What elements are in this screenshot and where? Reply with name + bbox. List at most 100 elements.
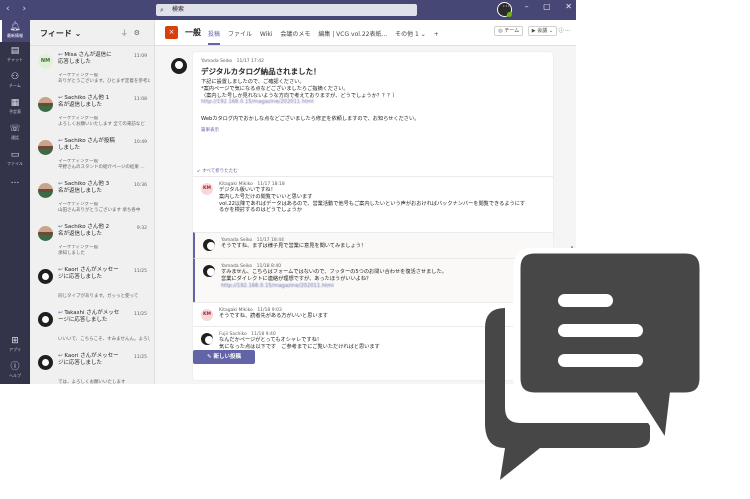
- calendar-icon: ▦: [10, 98, 20, 108]
- post-link[interactable]: http://192.168.0.15/magazine/202011.html: [201, 99, 419, 106]
- reply-line: るかを検討するのはどうでしょうか: [219, 207, 303, 214]
- tab-edit-doc[interactable]: 編集 | VCG vol.22表紙...: [318, 31, 387, 38]
- search-icon: ⌕: [160, 6, 164, 14]
- meet-button[interactable]: ▶ 会議 ⌄: [527, 26, 558, 36]
- feed-item-preview: 同じタイプがあります。ガッっと使って: [58, 293, 139, 299]
- feed-item[interactable]: ↩ Sachiko さん他 3 名が返信しました マーケティングー般 山田さんありがと…: [30, 175, 155, 217]
- rail-item-activity[interactable]: 🔔︎ 最新情報: [0, 20, 30, 42]
- reply-line: そうですね、読者先がある方がいいと思います: [219, 313, 328, 319]
- feed-item-time: 9:32: [136, 226, 147, 231]
- reply-line: 営業にダイレクトに連絡が理想ですが、あったほうがいいよね？: [221, 275, 372, 282]
- feed-item[interactable]: ↩ Kaori さんがメッセー ジに応答しました 同じタイプがあります。ガッっと使っ…: [30, 261, 155, 303]
- feed-item-time: 11/25: [134, 269, 147, 274]
- window-controls[interactable]: ··· – ▢ ✕: [502, 2, 572, 11]
- feed-item-title: Takashi さんがメッセ: [64, 310, 120, 316]
- post-title: デジタルカタログ納品されました！: [201, 67, 321, 76]
- feed-item-preview: いいいで、こちらこそ、すみませんん。よろしく: [58, 336, 150, 342]
- reply-line: そうですね、まずは様子見で営業に意見を聞いてみましょう！: [221, 243, 367, 249]
- team-icon: ×: [165, 26, 178, 39]
- help-icon: ⓘ: [10, 362, 20, 372]
- feed-item-time: 11/25: [134, 312, 147, 317]
- show-more-link[interactable]: 篇果表示: [201, 127, 419, 133]
- tab-meeting-notes[interactable]: 会議のメモ: [280, 31, 310, 38]
- feed-item-title: しました: [58, 145, 81, 151]
- feed-item[interactable]: ↩ Kaori さんがメッセー ジに応答しました では、よろしくお願いいたします 11…: [30, 347, 155, 384]
- feed-item[interactable]: ↩ Takashi さんがメッセ ージに応答しました いいいで、こちらこそ、すみませ…: [30, 304, 155, 346]
- chat-icon: ▤: [10, 46, 20, 56]
- feed-item-title: ージに応答しました: [58, 317, 108, 323]
- feed-item-title: Sachiko さん他 2: [64, 224, 110, 230]
- reply: KM Kitagaki Mikiko 11/17 18:18 デジタル版いいです…: [193, 176, 553, 232]
- tab-wiki[interactable]: Wiki: [260, 31, 273, 38]
- feed-item-time: 10:36: [134, 183, 147, 188]
- feed-item-preview: 承知しました: [58, 250, 85, 256]
- channel-header: × 一般 投稿 ファイル Wiki 会議のメモ 編集 | VCG vol.22表…: [155, 20, 576, 46]
- feed-title[interactable]: フィード ⌄: [40, 28, 81, 39]
- reply-avatar: [203, 239, 215, 251]
- rail-item-files[interactable]: ▭ ファイル: [0, 150, 30, 166]
- tab-posts[interactable]: 投稿: [208, 31, 221, 45]
- apps-icon: ⊞: [11, 336, 19, 346]
- feed-item-time: 11:09: [134, 54, 147, 59]
- phone-icon: ☏: [9, 124, 21, 134]
- feed-item-title: Kaori さんがメッセー: [64, 353, 119, 359]
- post-line: （案内した号しか見れないような方向で考えておりますが、どうでしょうか？？？）: [201, 92, 398, 99]
- more-options-icon[interactable]: ···: [565, 28, 570, 34]
- reply-avatar: [203, 265, 215, 277]
- header-actions: ◎ チーム ▶ 会議 ⌄ ⓘ ···: [491, 26, 570, 36]
- tab-files[interactable]: ファイル: [228, 31, 252, 38]
- title-bar: ‹ › ⌕ 検索 ··· – ▢ ✕: [0, 0, 576, 20]
- feed-item-preview: ありがとうございます。ひとまず定着を参考に: [58, 78, 150, 84]
- feed-item-title: Sachiko さん他 1: [64, 95, 110, 101]
- reply-line: すみません、こちらはフォームではないので、フッターの5つのお問い合わせを復活させ…: [221, 269, 447, 275]
- feed-item-channel: マーケティングー般: [58, 245, 99, 250]
- new-post-button[interactable]: ✎ 新しい投稿: [193, 350, 255, 364]
- back-forward-icon[interactable]: ‹ ›: [6, 4, 31, 14]
- post-author-avatar: [171, 58, 187, 74]
- post-meta: Yamada Seiko 11/17 17:42: [201, 59, 265, 64]
- feed-item[interactable]: ↩ Sachiko さんが投稿 しました マーケティングー般 平野さんのスタンドの紹介…: [30, 132, 155, 174]
- rail-item-teams[interactable]: ⚇ チーム: [0, 72, 30, 88]
- feed-item-title: 名が返信しました: [58, 102, 103, 108]
- filter-settings-icons[interactable]: ⏚⚙: [121, 28, 146, 38]
- bell-icon: 🔔︎: [9, 22, 21, 32]
- feed-avatar: [38, 97, 53, 112]
- chat-bubbles-icon: [485, 248, 705, 480]
- reply-line: 案内した号だけの閲覧でいいと思います: [219, 193, 313, 200]
- rail-item-help[interactable]: ⓘ ヘルプ: [0, 362, 30, 378]
- feed-item[interactable]: ↩ Sachiko さん他 2 名が返信しました マーケティングー般 承知しました 9:…: [30, 218, 155, 260]
- rail-item-calls[interactable]: ☏ 通話: [0, 124, 30, 140]
- rail-item-more[interactable]: ...: [0, 176, 30, 187]
- reply-link[interactable]: http://192.168.0.15/magazine/202011.html: [221, 283, 447, 290]
- feed-item-channel: マーケティングー般: [58, 159, 99, 164]
- team-button[interactable]: ◎ チーム: [494, 26, 524, 36]
- feed-item-title: ジに応答しました: [58, 274, 103, 280]
- rail-item-chat[interactable]: ▤ チャット: [0, 46, 30, 62]
- reply-line: デジタル版いいですね！: [219, 187, 276, 193]
- collapse-all-link[interactable]: ↙ すべて折りたたむ: [197, 168, 238, 174]
- tab-more[interactable]: その他 1 ⌄: [395, 31, 426, 38]
- feed-avatar: NM: [38, 54, 53, 69]
- search-input[interactable]: ⌕ 検索: [156, 4, 417, 16]
- teams-icon: ⚇: [10, 72, 20, 82]
- feed-item-title: 名が返信しました: [58, 188, 103, 194]
- feed-item-title: Kaori さんがメッセー: [64, 267, 119, 273]
- feed-item-title: 名が返信しました: [58, 231, 103, 237]
- rail-item-apps[interactable]: ⊞ アプリ: [0, 336, 30, 352]
- file-icon: ▭: [10, 150, 20, 160]
- add-tab-button[interactable]: +: [434, 31, 439, 38]
- feed-item-time: 11:08: [134, 97, 147, 102]
- feed-item-title: 応答しました: [58, 59, 92, 65]
- feed-item-title: Misa さんが返信に: [64, 52, 112, 58]
- feed-item[interactable]: ↩ Sachiko さん他 1 名が返信しました マーケティングー般 よろしくお願いい…: [30, 89, 155, 131]
- feed-item-channel: マーケティングー般: [58, 202, 99, 207]
- feed-item-preview: 平野さんのスタンドの紹介ページの結果 ...: [58, 164, 145, 170]
- reply-avatar: KM: [201, 183, 213, 195]
- feed-avatar: [38, 312, 53, 327]
- feed-avatar: [38, 226, 53, 241]
- reply-avatar: [201, 333, 213, 345]
- feed-item-preview: よろしくお願いいたします 全ての来訪など: [58, 121, 145, 127]
- feed-item[interactable]: NM ↩ Misa さんが返信に 応答しました マーケティングー般 ありがとうございます…: [30, 46, 155, 88]
- rail-item-calendar[interactable]: ▦ 予定表: [0, 98, 30, 114]
- post-line: 下記に設置しましたので、ご確認ください。: [201, 79, 305, 85]
